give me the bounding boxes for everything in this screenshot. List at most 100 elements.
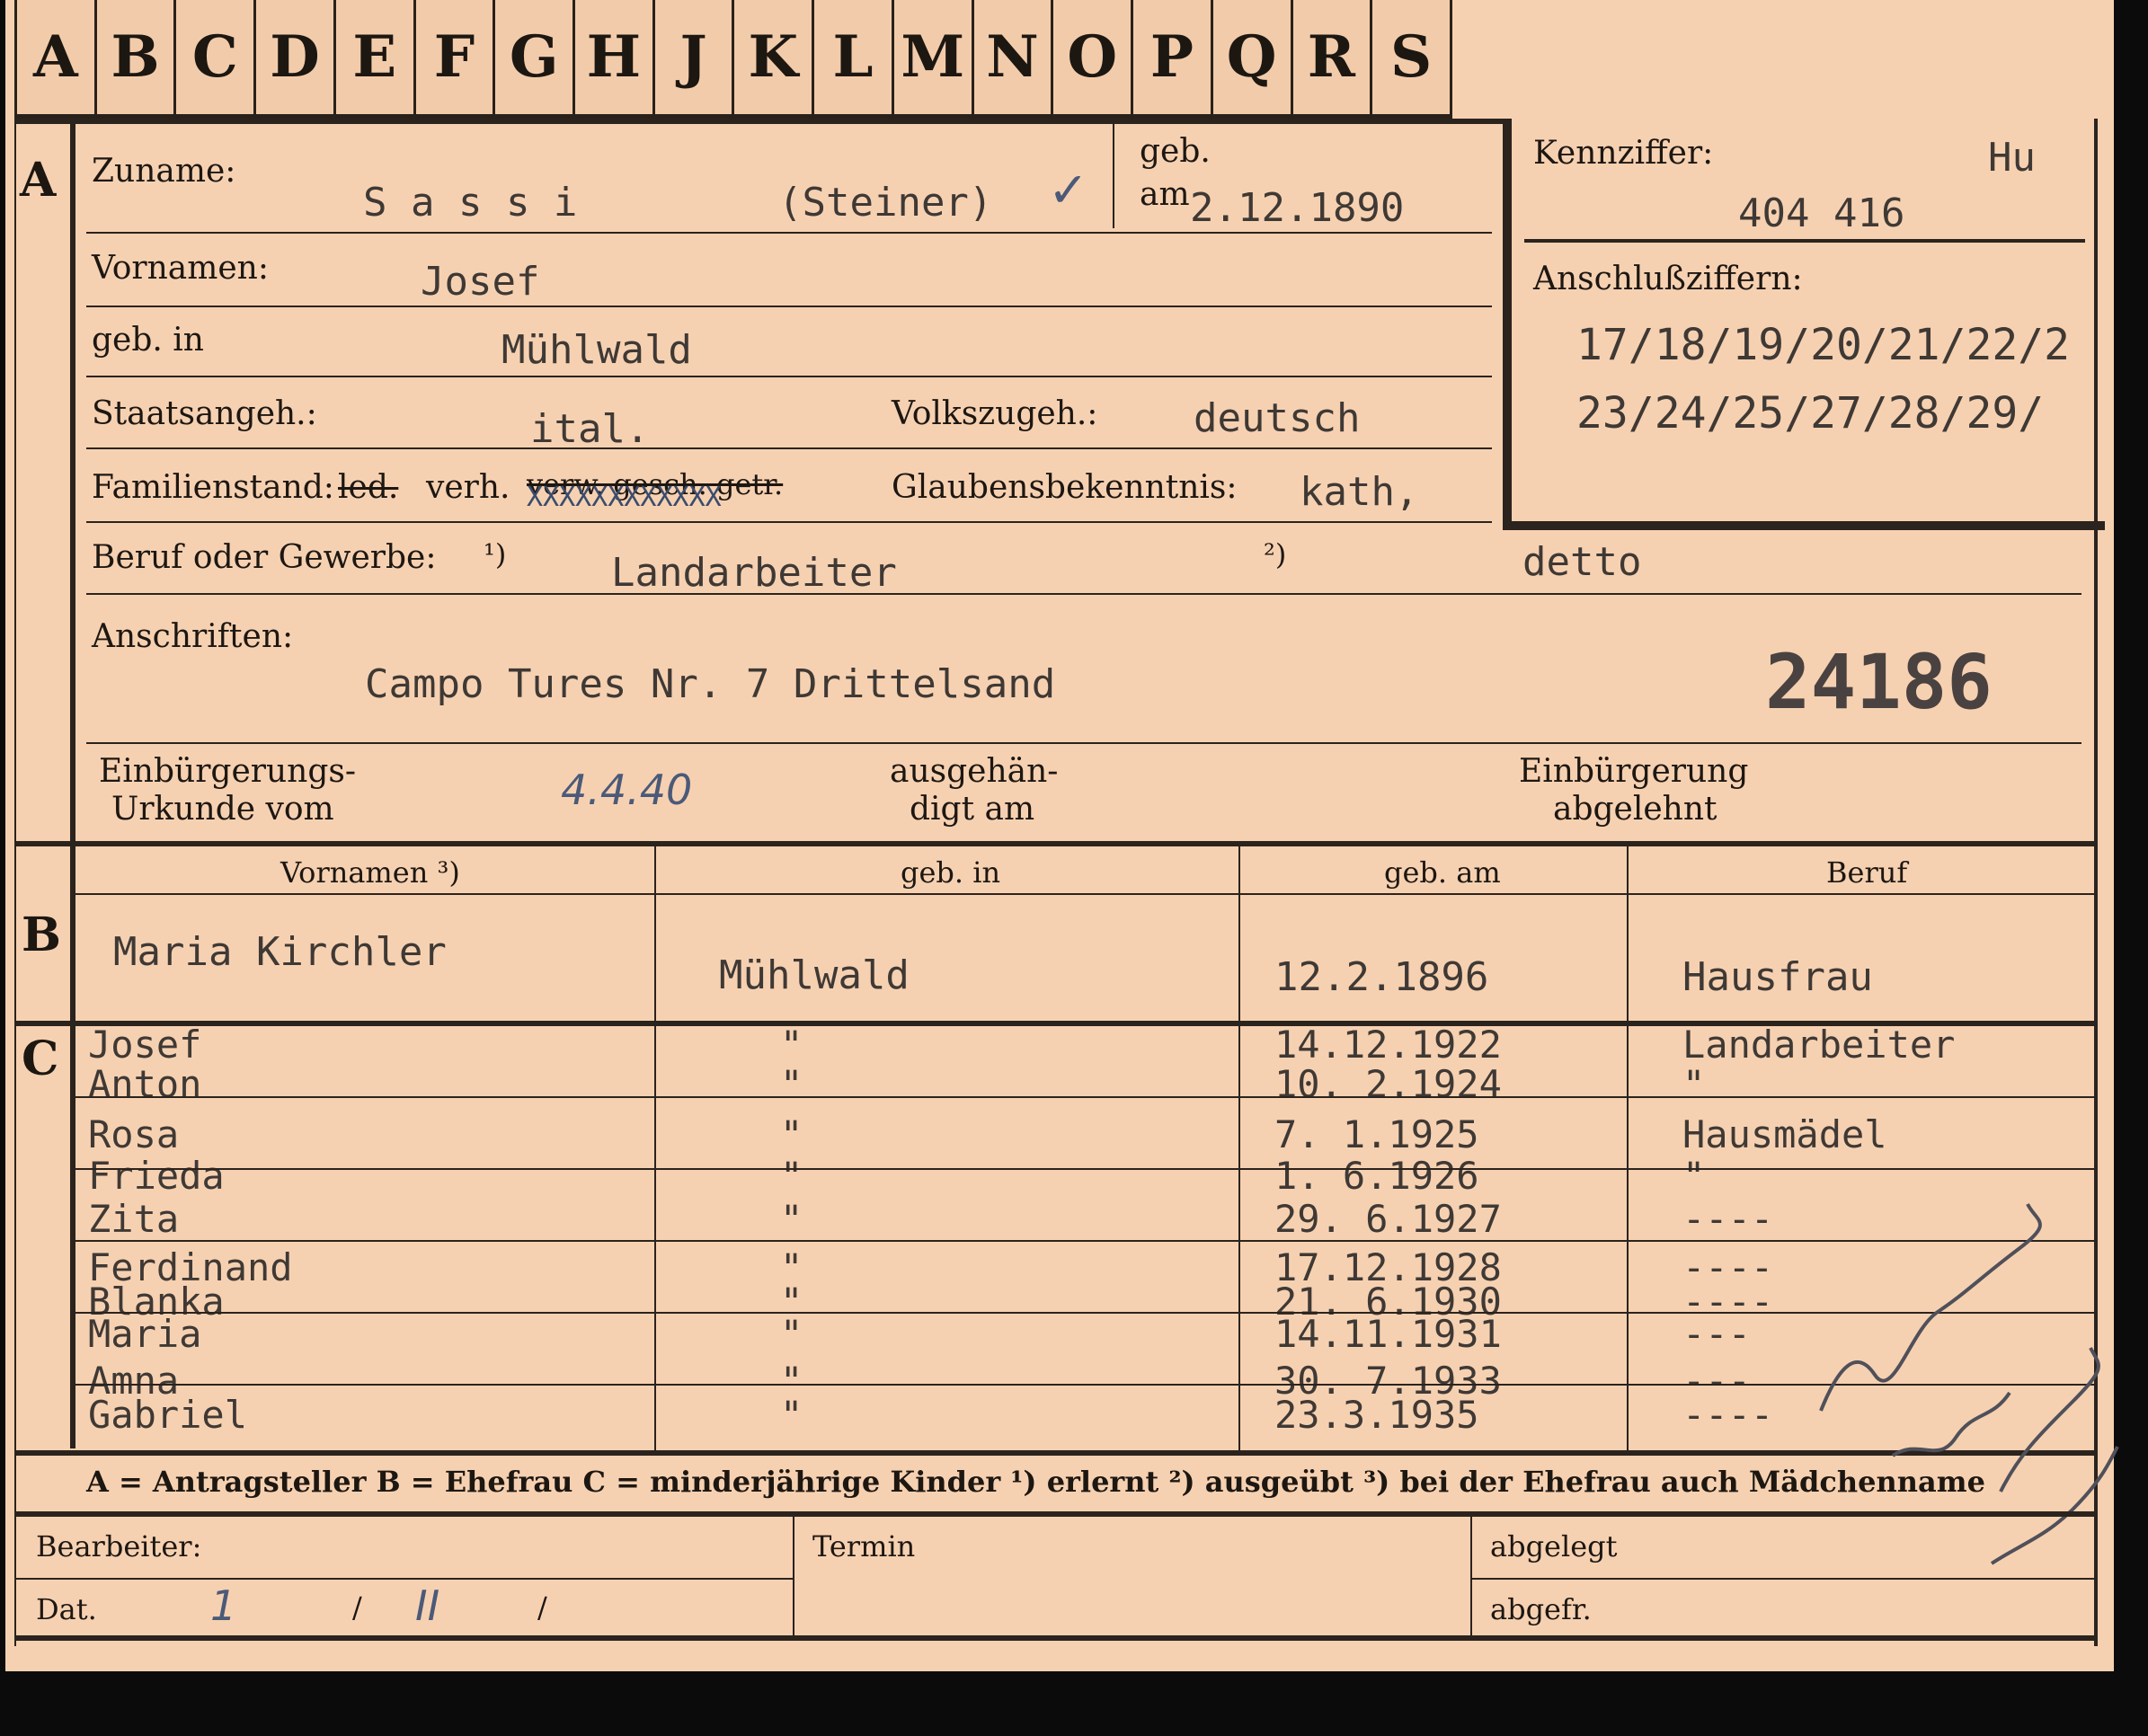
child-occupation: "	[1682, 1154, 1706, 1198]
outer-left-line	[14, 119, 16, 1646]
child-occupation: Hausmädel	[1682, 1112, 1887, 1156]
abgefr-label: abgefr.	[1490, 1592, 1592, 1626]
section-c-letter: C	[22, 1032, 59, 1086]
ausgehaendigt-label-2: digt am	[910, 791, 1035, 828]
alphabet-tab-s: S	[1372, 0, 1452, 119]
card-bottom	[14, 1635, 2096, 1641]
child-birth-date: 1. 6.1926	[1274, 1154, 1479, 1198]
alphabet-tab-e: E	[335, 0, 416, 119]
alphabet-tab-p: P	[1133, 0, 1213, 119]
section-b-letter: B	[22, 908, 61, 962]
alphabet-tab-r: R	[1292, 0, 1373, 119]
alphabet-tab-m: M	[893, 0, 974, 119]
child-birthplace: "	[780, 1062, 803, 1106]
child-occupation: ----	[1682, 1197, 1774, 1241]
alphabet-tab-l: L	[814, 0, 894, 119]
spouse-first-names: Maria Kirchler	[113, 929, 447, 975]
footer-line	[14, 1578, 793, 1580]
alphabet-tab-g: G	[495, 0, 576, 119]
ausgehaendigt-label-1: ausgehän-	[890, 753, 1059, 790]
surname-alt-value: (Steiner)	[778, 180, 993, 226]
am-label: am	[1140, 176, 1190, 213]
alphabet-tab-j: J	[654, 0, 735, 119]
kennziffer-value: 404 416	[1738, 190, 1905, 236]
bearbeiter-label: Bearbeiter:	[36, 1529, 202, 1563]
child-name: Frieda	[88, 1154, 225, 1198]
registration-card: ABCDEFGHJKLMNOPQRS A Zuname: S a s s i (…	[5, 0, 2119, 1671]
child-birth-date: 14.11.1931	[1274, 1312, 1502, 1356]
address-value: Campo Tures Nr. 7 Drittelsand	[365, 661, 1056, 707]
spouse-birth-date: 12.2.1896	[1274, 954, 1489, 1000]
anschluss-line-1: 17/18/19/20/21/22/2	[1576, 320, 2071, 370]
col-divider-3	[1627, 843, 1629, 1454]
row-line	[86, 593, 2081, 595]
child-birthplace: "	[780, 1393, 803, 1437]
family-verh: verh.	[426, 469, 510, 506]
row-line	[86, 521, 1492, 523]
child-birth-date: 10. 2.1924	[1274, 1062, 1502, 1106]
child-name: Gabriel	[88, 1393, 248, 1437]
alphabet-tab-a: A	[14, 0, 97, 119]
family-led: led.	[338, 469, 399, 506]
child-occupation: "	[1682, 1062, 1706, 1106]
dat-slash-1: /	[352, 1590, 362, 1625]
col-divider-2	[1238, 843, 1240, 1454]
anschriften-label: Anschriften:	[92, 618, 294, 655]
child-birthplace: "	[780, 1197, 803, 1241]
family-crossout: XXXXXXXXXXXX	[527, 482, 722, 513]
volkszugeh-label: Volkszugeh.:	[892, 395, 1098, 432]
religion-value: kath,	[1300, 469, 1419, 515]
child-name: Rosa	[88, 1112, 180, 1156]
alphabet-tab-d: D	[256, 0, 336, 119]
zuname-label: Zuname:	[92, 153, 236, 190]
child-birth-date: 7. 1.1925	[1274, 1112, 1479, 1156]
vornamen-label: Vornamen:	[92, 250, 269, 287]
geb-in-label: geb. in	[92, 322, 204, 359]
row-line	[70, 1384, 2096, 1386]
row-line	[86, 447, 1492, 449]
child-occupation: ----	[1682, 1393, 1774, 1437]
ethnicity-value: deutsch	[1194, 395, 1361, 441]
child-name: Zita	[88, 1197, 180, 1241]
header-line	[70, 893, 2096, 895]
handwritten-note-scribble	[1819, 1203, 2119, 1565]
child-occupation: Landarbeiter	[1682, 1023, 1956, 1067]
glauben-label: Glaubensbekenntnis:	[892, 469, 1238, 506]
anschluss-label: Anschlußziffern:	[1533, 261, 1803, 297]
occupation-practiced-value: detto	[1522, 539, 1642, 585]
col-vornamen-header: Vornamen ³)	[280, 855, 460, 890]
child-birthplace: "	[780, 1154, 803, 1198]
familienstand-label: Familienstand:	[92, 469, 334, 506]
termin-label: Termin	[812, 1529, 916, 1563]
check-mark: ✓	[1048, 162, 1089, 218]
first-names-value: Josef	[421, 259, 540, 305]
child-birthplace: "	[780, 1312, 803, 1356]
child-birth-date: 29. 6.1927	[1274, 1197, 1502, 1241]
legend-text: A = Antragsteller B = Ehefrau C = minder…	[86, 1465, 1985, 1499]
legend-end	[14, 1511, 2096, 1517]
row-line	[86, 306, 1492, 307]
col-beruf-header: Beruf	[1826, 855, 1908, 890]
child-birth-date: 23.3.1935	[1274, 1393, 1479, 1437]
col-divider-1	[654, 843, 656, 1454]
col-gebam-header: geb. am	[1384, 855, 1501, 890]
kennziffer-underline	[1524, 239, 2085, 243]
birth-date-value: 2.12.1890	[1190, 185, 1405, 231]
alphabet-tab-n: N	[973, 0, 1054, 119]
dat-value-2: II	[415, 1581, 440, 1630]
einb-urkunde-label-2: Urkunde vom	[111, 791, 334, 828]
kennziffer-label: Kennziffer:	[1533, 135, 1714, 172]
child-occupation: ---	[1682, 1312, 1751, 1356]
einb-abgelehnt-label-2: abgelehnt	[1553, 791, 1718, 828]
row-line	[70, 1096, 2096, 1098]
geb-label: geb.	[1140, 133, 1211, 170]
section-a-letter: A	[20, 153, 57, 208]
alphabet-tab-c: C	[176, 0, 257, 119]
footer-divider-1	[793, 1517, 794, 1637]
child-birthplace: "	[780, 1023, 803, 1067]
staatsangeh-label: Staatsangeh.:	[92, 395, 317, 432]
row-line	[86, 742, 2081, 744]
geb-divider	[1113, 120, 1114, 228]
dat-value-1: 1	[210, 1581, 237, 1630]
sup-1: ¹)	[484, 537, 507, 571]
